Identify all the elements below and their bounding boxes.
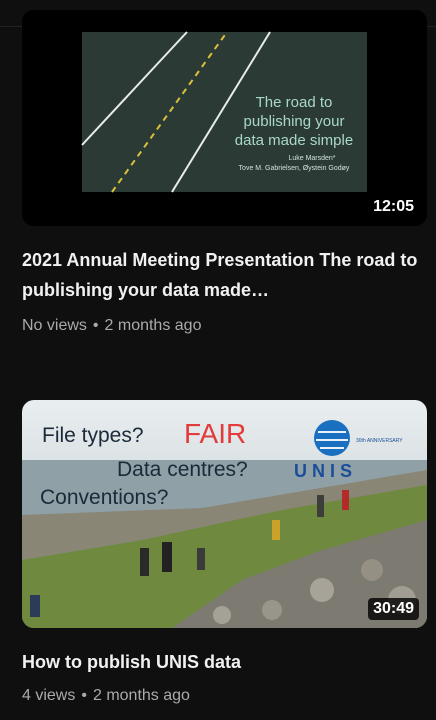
view-count: No views [22,317,87,334]
slide-author-2: Tove M. Gabrielsen, Øystein Godøy [239,165,350,172]
slide-line-1: The road to [256,94,333,111]
separator-dot: • [81,687,87,704]
slide-author-1: Luke Marsden* [288,155,335,162]
thumb-question-data-centres: Data centres? [117,458,248,481]
thumbnail-image: File types? FAIR Data centres? U N I S C… [22,400,427,628]
video-thumbnail[interactable]: File types? FAIR Data centres? U N I S C… [22,400,427,628]
unis-anniversary-label: 30th ANNIVERSARY [356,438,403,444]
upload-age: 2 months ago [92,687,190,704]
duration-badge: 30:49 [368,598,419,620]
video-item[interactable]: File types? FAIR Data centres? U N I S C… [0,390,436,720]
thumb-question-conventions: Conventions? [40,486,168,509]
upload-age: 2 months ago [104,317,202,334]
thumb-question-file-types: File types? [42,424,144,447]
slide-line-3: data made simple [235,132,353,149]
video-meta: No views • 2 months ago [22,317,201,335]
separator-dot: • [92,317,99,334]
thumbnail-image: The road to publishing your data made si… [22,10,427,226]
thumb-unis: U N I S [294,461,352,481]
view-count: 4 views [22,687,76,704]
thumb-fair: FAIR [184,418,246,449]
video-thumbnail[interactable]: The road to publishing your data made si… [22,10,427,226]
video-title[interactable]: How to publish UNIS data [22,647,422,677]
slide-line-2: publishing your [244,113,345,130]
video-item[interactable]: The road to publishing your data made si… [0,0,436,360]
video-meta: 4 views • 2 months ago [22,687,190,705]
video-title[interactable]: 2021 Annual Meeting Presentation The roa… [22,245,422,305]
duration-badge: 12:05 [368,196,419,218]
